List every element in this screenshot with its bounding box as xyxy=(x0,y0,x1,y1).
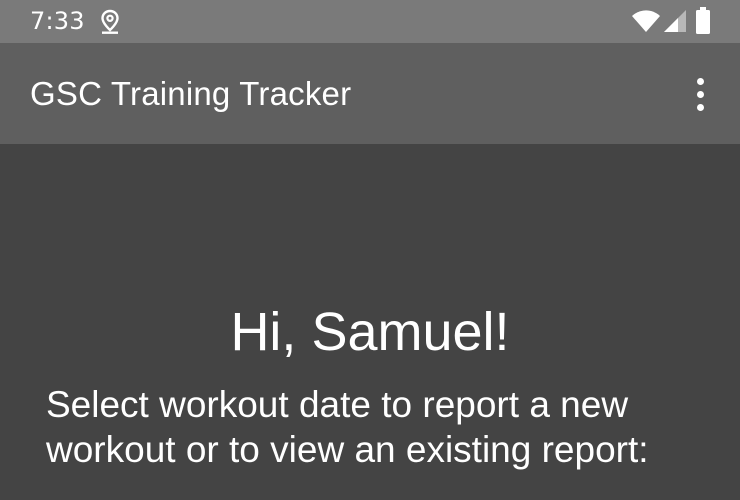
more-options-button[interactable] xyxy=(680,71,720,117)
battery-icon xyxy=(696,7,710,34)
status-bar: 7:33 xyxy=(0,0,740,43)
main-content: Hi, Samuel! Select workout date to repor… xyxy=(0,144,740,500)
app-bar: GSC Training Tracker xyxy=(0,43,740,144)
more-vert-icon-dot xyxy=(697,104,704,111)
instructions-text: Select workout date to report a new work… xyxy=(46,384,649,470)
signal-icon xyxy=(664,10,686,32)
status-time: 7:33 xyxy=(30,7,85,35)
location-icon xyxy=(101,9,119,34)
more-vert-icon xyxy=(697,78,704,85)
greeting-heading: Hi, Samuel! xyxy=(230,302,510,362)
more-vert-icon-dot xyxy=(697,91,704,98)
app-title: GSC Training Tracker xyxy=(30,75,352,112)
wifi-icon xyxy=(632,10,660,32)
